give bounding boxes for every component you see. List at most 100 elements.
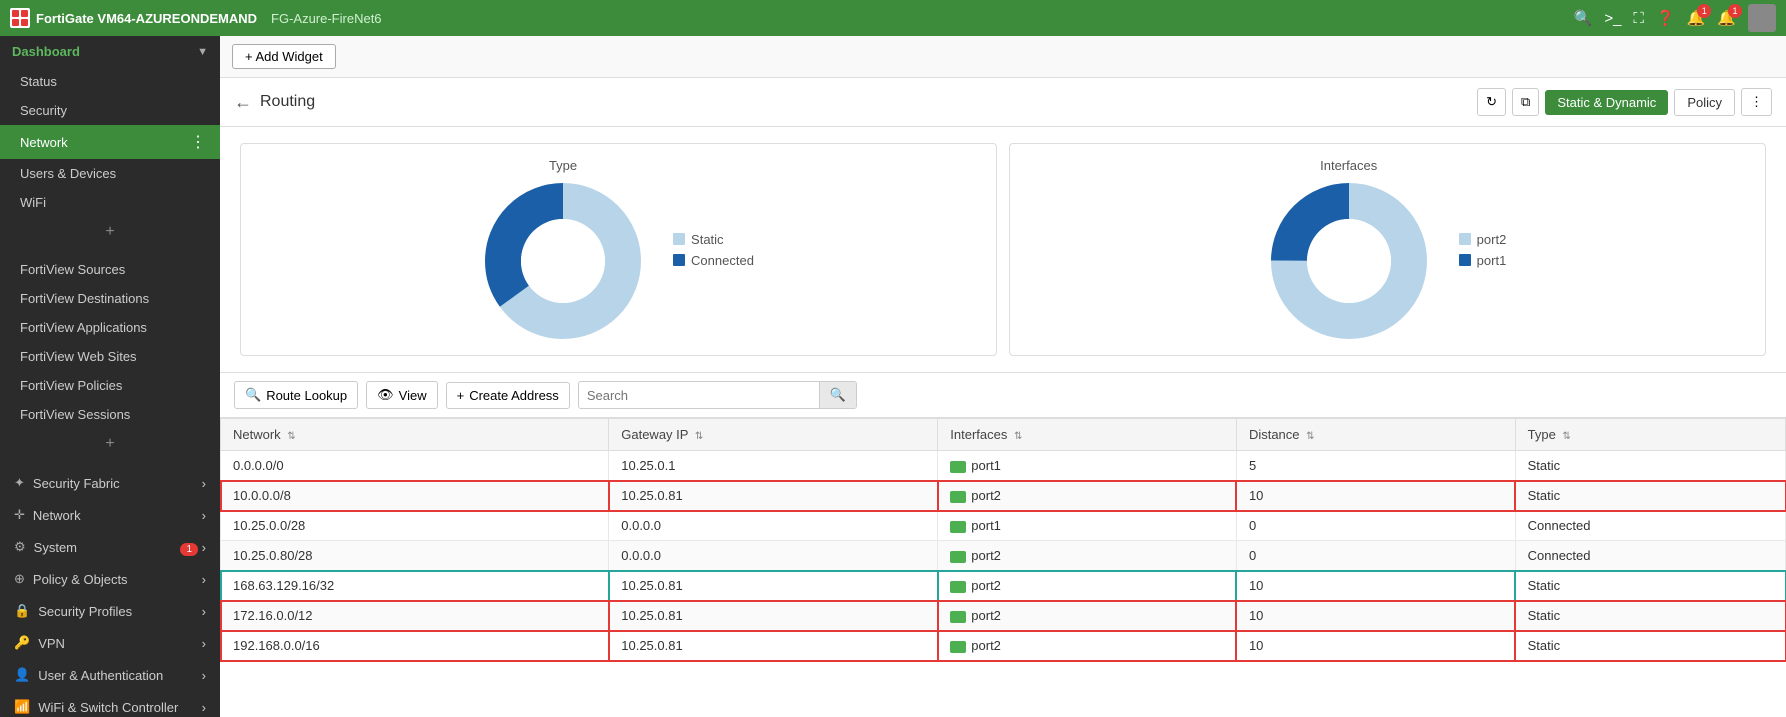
sidebar-item-users-devices[interactable]: Users & Devices xyxy=(0,159,220,188)
table-row[interactable]: 192.168.0.0/16 10.25.0.81 port2 10 Stati… xyxy=(221,631,1786,661)
view-button[interactable]: 👁 View xyxy=(366,381,437,409)
cell-type: Static xyxy=(1515,481,1785,511)
sidebar-item-network-nav[interactable]: ✛Network › xyxy=(0,499,220,531)
table-row[interactable]: 0.0.0.0/0 10.25.0.1 port1 5 Static xyxy=(221,451,1786,481)
refresh-button[interactable]: ↻ xyxy=(1477,88,1506,116)
sidebar-item-security-fabric[interactable]: ✦Security Fabric › xyxy=(0,467,220,499)
sidebar-item-wifi-switch[interactable]: 📶WiFi & Switch Controller › xyxy=(0,691,220,717)
help-icon[interactable]: ❓ xyxy=(1656,9,1675,27)
sidebar-item-system[interactable]: ⚙System 1 › xyxy=(0,531,220,563)
wifi-label: WiFi xyxy=(20,195,46,210)
legend-port2-label: port2 xyxy=(1477,232,1507,247)
cell-distance: 10 xyxy=(1236,631,1515,661)
col-type[interactable]: Type ⇅ xyxy=(1515,419,1785,451)
external-link-button[interactable]: ⧉ xyxy=(1512,88,1539,116)
sidebar-item-fortiview-sources[interactable]: FortiView Sources xyxy=(0,255,220,284)
table-row[interactable]: 172.16.0.0/12 10.25.0.81 port2 10 Static xyxy=(221,601,1786,631)
bell-icon[interactable]: 🔔1 xyxy=(1687,9,1706,27)
route-lookup-button[interactable]: 🔍 Route Lookup xyxy=(234,381,358,409)
cell-gateway: 0.0.0.0 xyxy=(609,541,938,571)
table-row[interactable]: 10.25.0.0/28 0.0.0.0 port1 0 Connected xyxy=(221,511,1786,541)
type-donut-wrapper: Type xyxy=(483,158,643,341)
cell-distance: 10 xyxy=(1236,571,1515,601)
search-input[interactable] xyxy=(579,383,819,408)
sidebar: Dashboard ▼ Status Security Network ⋮ Us… xyxy=(0,36,220,717)
sidebar-item-wifi[interactable]: WiFi xyxy=(0,188,220,217)
sidebar-item-security-profiles[interactable]: 🔒Security Profiles › xyxy=(0,595,220,627)
interface-icon xyxy=(950,491,966,503)
sidebar-item-security[interactable]: Security xyxy=(0,96,220,125)
table-row[interactable]: 10.0.0.0/8 10.25.0.81 port2 10 Static xyxy=(221,481,1786,511)
sidebar-item-network[interactable]: Network ⋮ xyxy=(0,125,220,159)
search-box: 🔍 xyxy=(578,381,857,409)
route-toolbar: 🔍 Route Lookup 👁 View + Create Address 🔍 xyxy=(220,373,1786,418)
sidebar-item-status[interactable]: Status xyxy=(0,67,220,96)
policy-button[interactable]: Policy xyxy=(1674,89,1735,116)
sidebar-item-user-auth[interactable]: 👤User & Authentication › xyxy=(0,659,220,691)
sidebar-item-policy-objects[interactable]: ⊕Policy & Objects › xyxy=(0,563,220,595)
add-widget-button[interactable]: + Add Widget xyxy=(232,44,336,69)
security-profiles-icon: 🔒 xyxy=(14,603,30,619)
search-icon-btn: 🔍 xyxy=(245,387,261,403)
cell-type: Connected xyxy=(1515,511,1785,541)
more-options-button[interactable]: ⋮ xyxy=(1741,88,1772,116)
legend-port1: port1 xyxy=(1459,253,1507,268)
legend-static-label: Static xyxy=(691,232,724,247)
routing-title: Routing xyxy=(260,93,315,111)
interface-icon xyxy=(950,551,966,563)
vpn-icon: 🔑 xyxy=(14,635,30,651)
sidebar-item-fortiview-applications[interactable]: FortiView Applications xyxy=(0,313,220,342)
network-dots-icon[interactable]: ⋮ xyxy=(190,132,206,152)
col-gateway[interactable]: Gateway IP ⇅ xyxy=(609,419,938,451)
cell-gateway: 10.25.0.81 xyxy=(609,601,938,631)
sidebar-item-vpn[interactable]: 🔑VPN › xyxy=(0,627,220,659)
type-chart-title: Type xyxy=(549,158,577,173)
cell-network: 10.25.0.0/28 xyxy=(221,511,609,541)
add-button-2[interactable]: + xyxy=(0,429,220,459)
alert-icon[interactable]: 🔔1 xyxy=(1717,9,1736,27)
device-name: FG-Azure-FireNet6 xyxy=(271,11,382,26)
cell-gateway: 10.25.0.81 xyxy=(609,481,938,511)
add-button-1[interactable]: + xyxy=(0,217,220,247)
terminal-icon[interactable]: >_ xyxy=(1604,10,1621,27)
type-chart-legend: Static Connected xyxy=(673,232,754,268)
charts-area: Type Static xyxy=(220,127,1786,373)
table-row[interactable]: 168.63.129.16/32 10.25.0.81 port2 10 Sta… xyxy=(221,571,1786,601)
sidebar-item-fortiview-sessions[interactable]: FortiView Sessions xyxy=(0,400,220,429)
cell-type: Static xyxy=(1515,601,1785,631)
cell-type: Static xyxy=(1515,571,1785,601)
search-submit-button[interactable]: 🔍 xyxy=(819,382,856,408)
interfaces-chart-panel: Interfaces port2 xyxy=(1009,143,1766,356)
dashboard-header[interactable]: Dashboard ▼ xyxy=(0,36,220,67)
avatar[interactable] xyxy=(1748,4,1776,32)
sidebar-item-fortiview-websites[interactable]: FortiView Web Sites xyxy=(0,342,220,371)
interfaces-chart-legend: port2 port1 xyxy=(1459,232,1507,268)
legend-connected-label: Connected xyxy=(691,253,754,268)
create-address-button[interactable]: + Create Address xyxy=(446,382,570,409)
back-button[interactable]: ← xyxy=(234,92,252,113)
cell-interface: port2 xyxy=(938,481,1237,511)
expand-icon[interactable]: ⛶ xyxy=(1633,10,1644,27)
system-icon: ⚙ xyxy=(14,539,26,555)
cell-network: 168.63.129.16/32 xyxy=(221,571,609,601)
sidebar-item-fortiview-destinations[interactable]: FortiView Destinations xyxy=(0,284,220,313)
col-distance[interactable]: Distance ⇅ xyxy=(1236,419,1515,451)
cell-gateway: 10.25.0.1 xyxy=(609,451,938,481)
sidebar-item-fortiview-policies[interactable]: FortiView Policies xyxy=(0,371,220,400)
cell-distance: 10 xyxy=(1236,481,1515,511)
col-network[interactable]: Network ⇅ xyxy=(221,419,609,451)
cell-interface: port1 xyxy=(938,451,1237,481)
dashboard-label: Dashboard xyxy=(12,44,80,59)
view-icon: 👁 xyxy=(377,387,394,403)
interface-icon xyxy=(950,461,966,473)
search-icon[interactable]: 🔍 xyxy=(1574,9,1593,27)
static-dynamic-button[interactable]: Static & Dynamic xyxy=(1545,90,1668,115)
interfaces-donut-chart xyxy=(1269,181,1429,341)
sort-arrow-gateway: ⇅ xyxy=(695,431,703,442)
legend-connected-color xyxy=(673,254,685,266)
cell-gateway: 10.25.0.81 xyxy=(609,571,938,601)
table-row[interactable]: 10.25.0.80/28 0.0.0.0 port2 0 Connected xyxy=(221,541,1786,571)
routing-header: ← Routing ↻ ⧉ Static & Dynamic Policy ⋮ xyxy=(220,78,1786,127)
cell-interface: port2 xyxy=(938,571,1237,601)
col-interfaces[interactable]: Interfaces ⇅ xyxy=(938,419,1237,451)
